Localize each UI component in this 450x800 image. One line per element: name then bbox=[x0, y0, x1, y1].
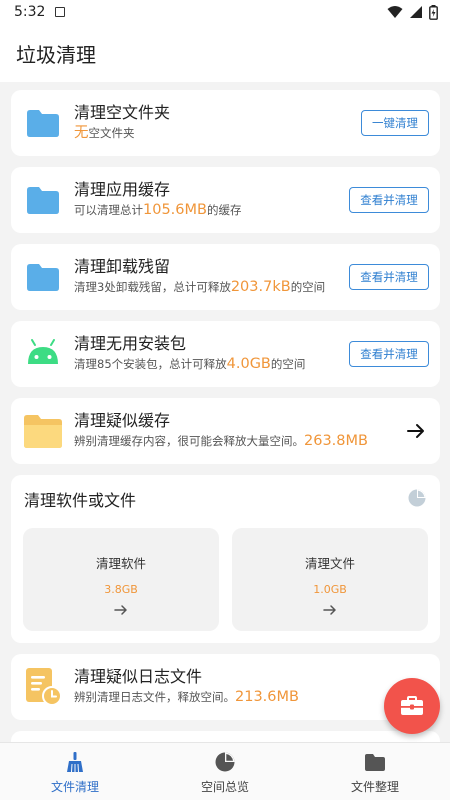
tile-value: 3.8GB bbox=[104, 583, 138, 596]
wifi-icon bbox=[387, 6, 403, 18]
sim-icon bbox=[55, 7, 66, 17]
clean-software-or-files-section: 清理软件或文件 清理软件 3.8GB 清理文件 1.0GB bbox=[11, 475, 440, 643]
nav-label: 文件清理 bbox=[50, 780, 99, 794]
folder-icon bbox=[27, 110, 59, 137]
main-content[interactable]: 清理空文件夹 无空文件夹 一键清理 清理应用缓存 可以清理总计105.6MB的缓… bbox=[0, 82, 450, 742]
unused-apk-card[interactable]: 清理无用安装包 清理85个安装包，总计可释放4.0GB的空间 查看并清理 bbox=[11, 321, 440, 387]
next-card[interactable] bbox=[11, 731, 440, 742]
view-and-clean-button[interactable]: 查看并清理 bbox=[349, 341, 429, 367]
folder-open-icon bbox=[24, 415, 62, 448]
highlight-value: 4.0GB bbox=[226, 356, 271, 372]
one-click-clean-button[interactable]: 一键清理 bbox=[361, 110, 429, 136]
card-subtitle: 清理3处卸载残留，总计可释放203.7kB的空间 bbox=[74, 278, 325, 296]
card-subtitle: 辨别清理日志文件，释放空间。213.6MB bbox=[74, 688, 299, 706]
unused-apk-text: 清理无用安装包 清理85个安装包，总计可释放4.0GB的空间 bbox=[74, 333, 305, 373]
subtitle-prefix: 清理3处卸载残留，总计可释放 bbox=[74, 280, 231, 294]
card-title: 清理卸载残留 bbox=[74, 257, 171, 276]
app-bar: 垃圾清理 bbox=[0, 24, 450, 82]
highlight-value: 263.8MB bbox=[304, 433, 368, 449]
highlight-value: 203.7kB bbox=[230, 279, 291, 295]
subtitle-prefix: 辨别清理日志文件，释放空间。 bbox=[74, 690, 235, 704]
folder-icon bbox=[365, 754, 385, 771]
subtitle-suffix: 的缓存 bbox=[206, 203, 242, 217]
clean-software-tile[interactable]: 清理软件 3.8GB bbox=[23, 528, 219, 631]
toolbox-fab[interactable] bbox=[384, 678, 440, 734]
card-subtitle: 可以清理总计105.6MB的缓存 bbox=[74, 201, 241, 219]
card-subtitle: 无空文件夹 bbox=[74, 124, 170, 142]
status-icons bbox=[387, 4, 438, 20]
suspected-log-text: 清理疑似日志文件 辨别清理日志文件，释放空间。213.6MB bbox=[74, 666, 299, 706]
subtitle-prefix: 清理85个安装包，总计可释放 bbox=[74, 357, 227, 371]
nav-file-organize[interactable]: 文件整理 bbox=[300, 743, 450, 800]
folder-icon bbox=[27, 187, 59, 214]
subtitle-suffix: 的空间 bbox=[270, 357, 306, 371]
pie-chart-icon bbox=[215, 752, 235, 772]
nav-space-overview[interactable]: 空间总览 bbox=[150, 743, 300, 800]
tile-label: 清理软件 bbox=[95, 556, 146, 571]
card-title: 清理疑似缓存 bbox=[74, 411, 171, 430]
nav-label: 文件整理 bbox=[350, 780, 399, 794]
status-bar: 5:32 bbox=[0, 0, 450, 24]
app-cache-card[interactable]: 清理应用缓存 可以清理总计105.6MB的缓存 查看并清理 bbox=[11, 167, 440, 233]
status-time: 5:32 bbox=[14, 4, 46, 20]
log-file-icon bbox=[26, 668, 62, 706]
suspected-cache-card[interactable]: 清理疑似缓存 辨别清理缓存内容，很可能会释放大量空间。263.8MB bbox=[11, 398, 440, 464]
arrow-right-icon bbox=[114, 605, 127, 615]
card-subtitle: 辨别清理缓存内容，很可能会释放大量空间。263.8MB bbox=[74, 432, 368, 450]
app-cache-text: 清理应用缓存 可以清理总计105.6MB的缓存 bbox=[74, 179, 241, 219]
subtitle-prefix: 可以清理总计 bbox=[74, 203, 143, 217]
section-title: 清理软件或文件 bbox=[24, 491, 137, 510]
toolbox-icon bbox=[401, 696, 423, 715]
highlight-value: 无 bbox=[74, 125, 89, 141]
arrow-right-icon[interactable] bbox=[406, 422, 426, 440]
empty-folder-card[interactable]: 清理空文件夹 无空文件夹 一键清理 bbox=[11, 90, 440, 156]
card-title: 清理疑似日志文件 bbox=[74, 667, 203, 686]
android-icon bbox=[28, 339, 58, 364]
arrow-right-icon bbox=[323, 605, 336, 615]
tile-value: 1.0GB bbox=[313, 583, 347, 596]
pie-chart-icon[interactable] bbox=[407, 488, 427, 508]
highlight-value: 105.6MB bbox=[143, 202, 207, 218]
suspected-cache-text: 清理疑似缓存 辨别清理缓存内容，很可能会释放大量空间。263.8MB bbox=[74, 410, 368, 450]
card-title: 清理应用缓存 bbox=[74, 180, 171, 199]
subtitle-suffix: 的空间 bbox=[290, 280, 326, 294]
uninstall-residue-text: 清理卸载残留 清理3处卸载残留，总计可释放203.7kB的空间 bbox=[74, 256, 325, 296]
page-title: 垃圾清理 bbox=[16, 42, 96, 67]
clean-files-tile[interactable]: 清理文件 1.0GB bbox=[232, 528, 428, 631]
view-and-clean-button[interactable]: 查看并清理 bbox=[349, 187, 429, 213]
bottom-navigation: 文件清理 空间总览 文件整理 bbox=[0, 742, 450, 800]
signal-icon bbox=[410, 6, 422, 18]
card-title: 清理空文件夹 bbox=[74, 103, 171, 122]
broom-icon bbox=[67, 752, 83, 773]
highlight-value: 213.6MB bbox=[235, 689, 299, 705]
folder-icon bbox=[27, 264, 59, 291]
uninstall-residue-card[interactable]: 清理卸载残留 清理3处卸载残留，总计可释放203.7kB的空间 查看并清理 bbox=[11, 244, 440, 310]
card-subtitle: 清理85个安装包，总计可释放4.0GB的空间 bbox=[74, 355, 305, 373]
subtitle-suffix: 空文件夹 bbox=[88, 126, 135, 140]
empty-folder-text: 清理空文件夹 无空文件夹 bbox=[74, 102, 170, 142]
card-title: 清理无用安装包 bbox=[74, 334, 187, 353]
view-and-clean-button[interactable]: 查看并清理 bbox=[349, 264, 429, 290]
tile-label: 清理文件 bbox=[304, 556, 355, 571]
nav-file-clean[interactable]: 文件清理 bbox=[0, 743, 150, 800]
suspected-log-card[interactable]: 清理疑似日志文件 辨别清理日志文件，释放空间。213.6MB bbox=[11, 654, 440, 720]
subtitle-prefix: 辨别清理缓存内容，很可能会释放大量空间。 bbox=[74, 434, 304, 448]
nav-label: 空间总览 bbox=[200, 780, 249, 794]
battery-icon bbox=[429, 4, 438, 20]
